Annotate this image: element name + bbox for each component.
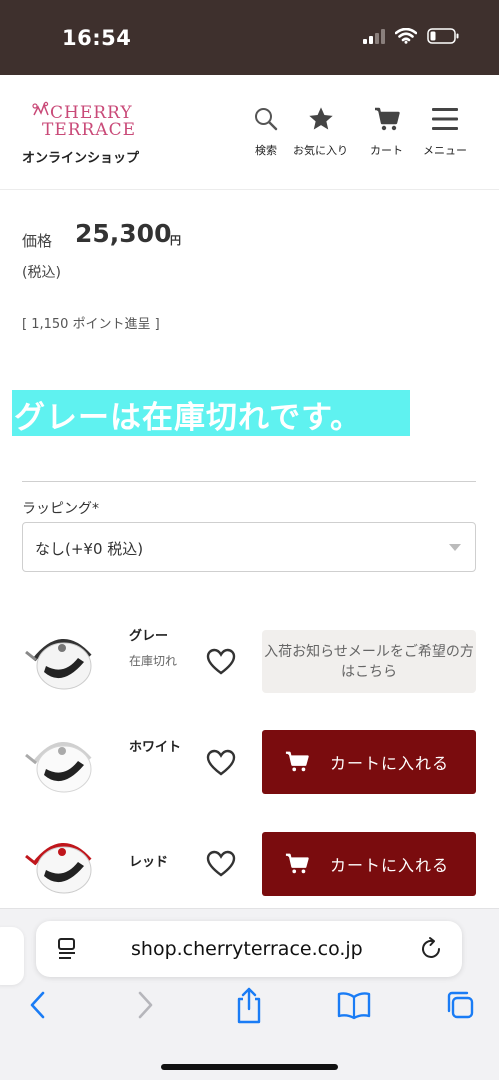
kettle-thumbnail [25, 741, 92, 793]
tax-note: (税込) [22, 265, 61, 281]
url-text: shop.cherryterrace.co.jp [131, 938, 363, 960]
variant-row-white: ホワイト カートに入れる [0, 727, 499, 807]
cart-icon [284, 750, 310, 774]
variant-color: レッド [129, 855, 169, 870]
points-note: [ 1,150 ポイント進呈 ] [22, 317, 160, 332]
nav-label: メニュー [423, 144, 467, 157]
nav-menu[interactable]: メニュー [423, 103, 467, 158]
restock-notify-button[interactable]: 入荷お知らせメールをご希望の方はこちら [262, 630, 476, 693]
nav-label: 検索 [255, 144, 277, 157]
menu-icon [432, 108, 458, 130]
wrapping-label: ラッピング* [22, 501, 99, 517]
cart-icon [374, 107, 400, 131]
signal-icon [363, 29, 385, 44]
variant-color: ホワイト [129, 740, 182, 755]
favorite-heart-icon[interactable] [206, 850, 236, 878]
favorite-heart-icon[interactable] [206, 749, 236, 777]
status-time: 16:54 [62, 26, 132, 50]
variant-color: グレー [129, 629, 169, 644]
cart-icon [284, 852, 310, 876]
page-menu-icon[interactable] [56, 937, 78, 961]
status-icons [363, 28, 459, 44]
address-bar[interactable]: shop.cherryterrace.co.jp [36, 921, 462, 977]
shop-label: オンラインショップ [22, 151, 140, 166]
forward-icon[interactable] [133, 989, 157, 1021]
reload-icon[interactable] [420, 936, 444, 962]
battery-icon [427, 28, 459, 44]
nav-label: お気に入り [293, 144, 348, 157]
bookmarks-icon[interactable] [336, 989, 372, 1021]
logo[interactable]: CHERRY TERRACE [30, 101, 137, 140]
price-label: 価格 [22, 232, 53, 250]
wrapping-select[interactable]: なし(+¥0 税込) [22, 522, 476, 572]
share-icon[interactable] [234, 985, 264, 1025]
tabs-icon[interactable] [444, 989, 476, 1021]
nav-cart[interactable]: カート [370, 103, 403, 158]
favorite-heart-icon[interactable] [206, 648, 236, 676]
logo-line-2: TERRACE [42, 120, 137, 140]
price-unit: 円 [170, 234, 181, 247]
previous-tab-pill[interactable] [0, 927, 24, 985]
variant-row-red: レッド カートに入れる [0, 828, 499, 908]
kettle-thumbnail [25, 638, 92, 690]
nav-search[interactable]: 検索 [253, 103, 279, 158]
star-icon [308, 107, 333, 130]
status-bar: 16:54 [0, 0, 499, 75]
search-icon [255, 108, 278, 131]
add-to-cart-label: カートに入れる [330, 754, 450, 773]
add-to-cart-button[interactable]: カートに入れる [262, 730, 476, 794]
back-icon[interactable] [26, 989, 50, 1021]
price-value: 25,300 [75, 219, 172, 248]
stock-note: 在庫切れ [129, 654, 178, 668]
site-header: CHERRY TERRACE オンラインショップ 検索 お気に入り カート メニ… [0, 75, 499, 190]
add-to-cart-label: カートに入れる [330, 856, 450, 875]
cherry-blossom-icon [32, 101, 49, 116]
add-to-cart-button[interactable]: カートに入れる [262, 832, 476, 896]
out-of-stock-banner: グレーは在庫切れです。 [12, 390, 410, 436]
kettle-thumbnail [25, 842, 92, 894]
chevron-down-icon [449, 544, 461, 551]
nav-label: カート [370, 144, 403, 157]
banner-text: グレーは在庫切れです。 [14, 400, 362, 436]
wifi-icon [395, 28, 417, 44]
wrapping-selected-value: なし(+¥0 税込) [35, 540, 144, 558]
nav-favorites[interactable]: お気に入り [293, 103, 348, 158]
home-indicator [161, 1064, 338, 1070]
divider [22, 481, 476, 482]
variant-row-gray: グレー 在庫切れ 入荷お知らせメールをご希望の方はこちら [0, 624, 499, 704]
browser-toolbar: shop.cherryterrace.co.jp [0, 908, 499, 1080]
